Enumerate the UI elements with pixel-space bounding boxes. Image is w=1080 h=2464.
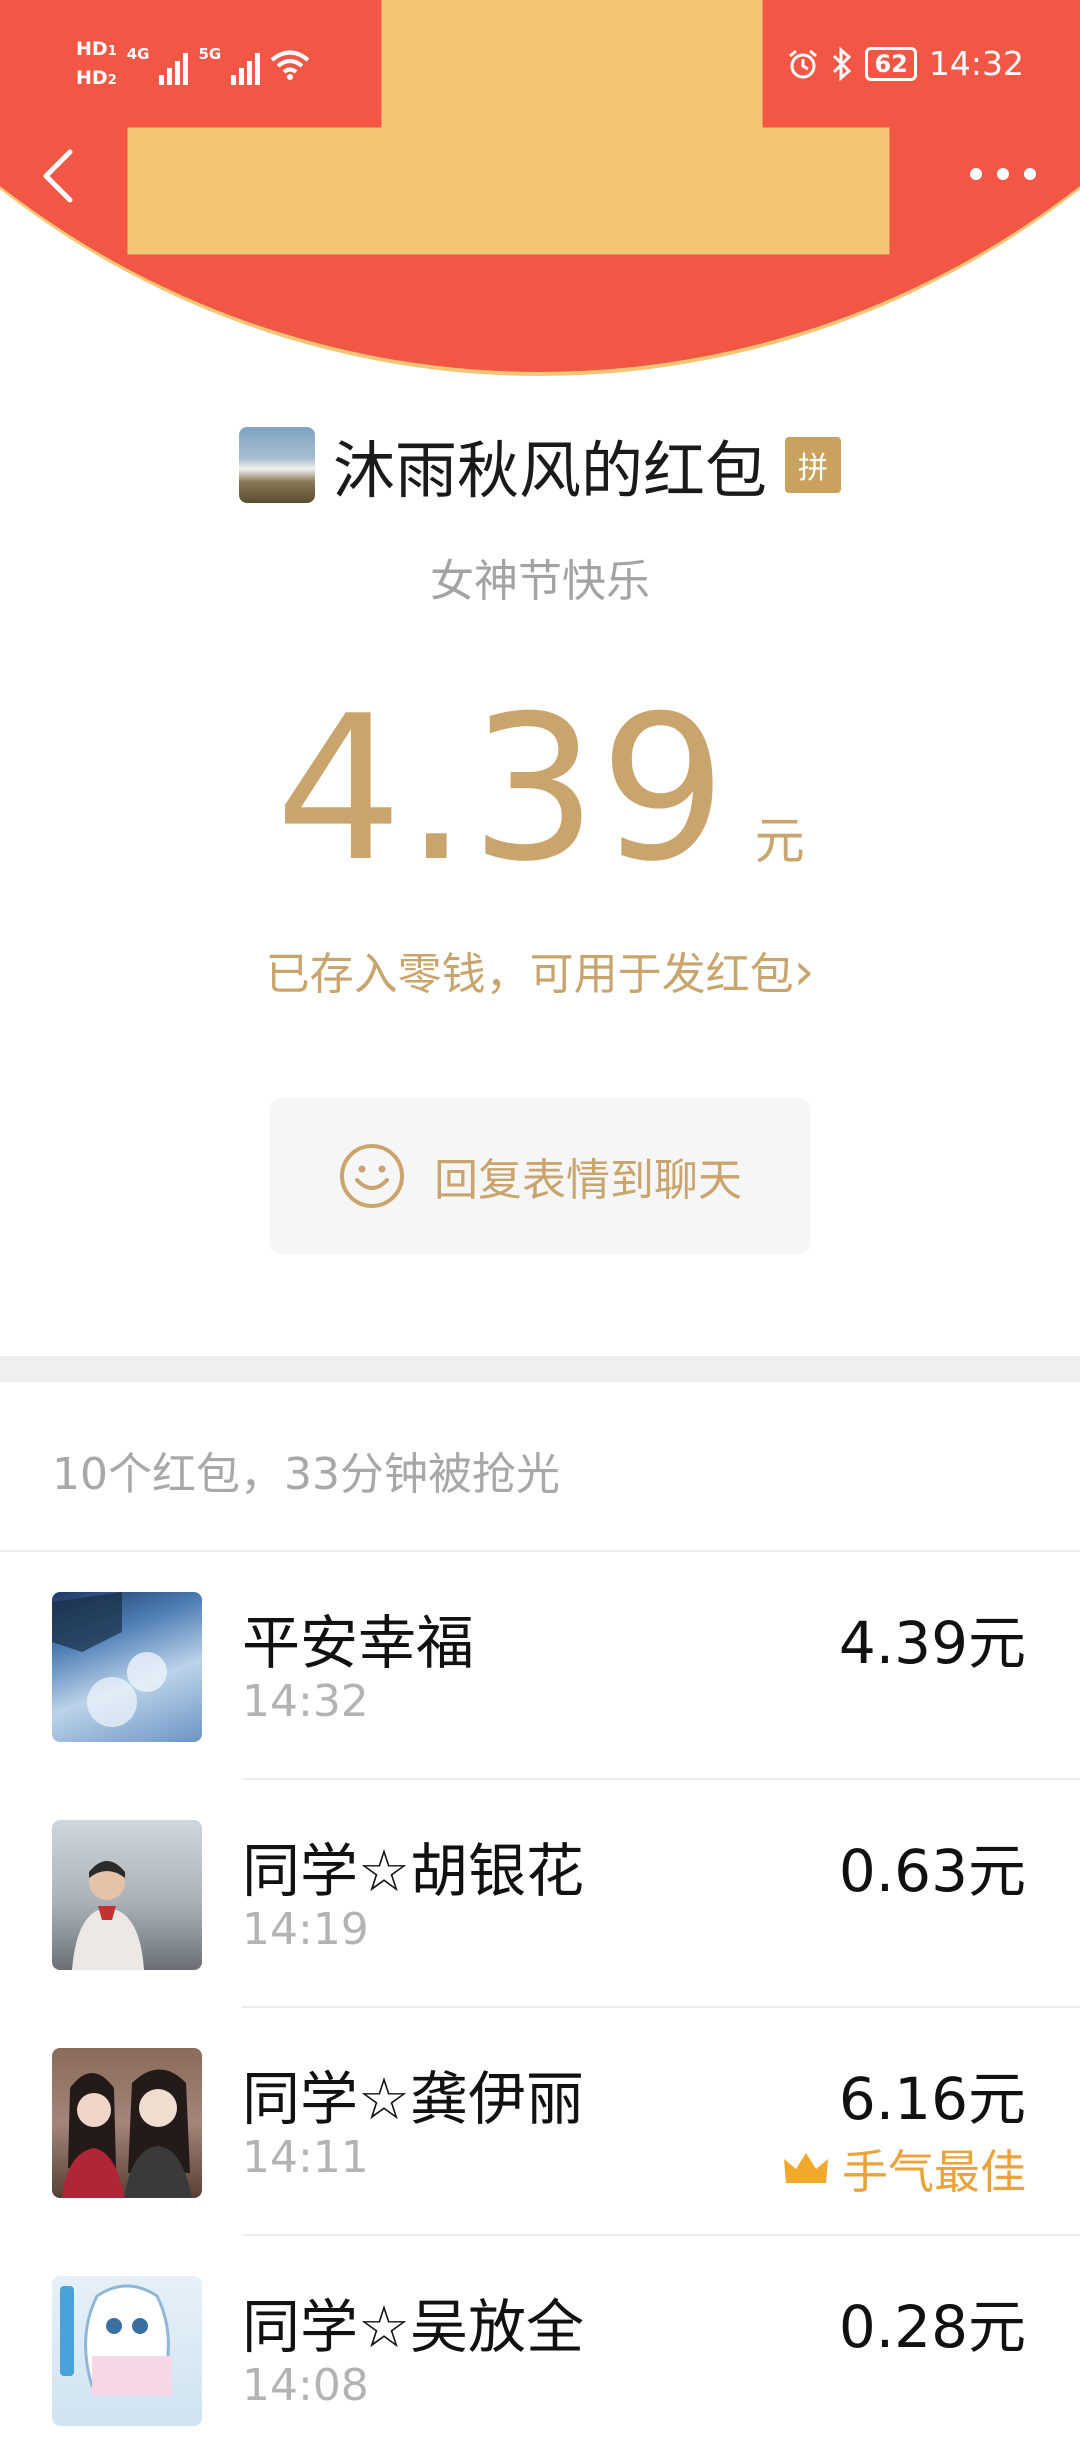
dot-icon [997,168,1009,180]
sim-indicators: HD1 HD2 [76,36,117,94]
list-item[interactable]: 同学☆吴放全 14:08 0.28元 [0,2236,1080,2464]
avatar[interactable] [52,2048,202,2198]
chevron-right-icon: › [793,942,815,1002]
alarm-icon [789,49,818,78]
pin-badge: 拼 [785,437,841,493]
avatar[interactable] [52,1592,202,1742]
status-bar-left: HD1 HD2 4G 5G [76,36,310,94]
sim2-label: 2 [107,73,117,88]
recipient-name: 同学☆龚伊丽 [242,2065,584,2133]
network-5g-label: 5G [198,45,222,63]
recipient-name: 同学☆吴放全 [242,2293,584,2361]
reply-sticker-button[interactable]: 回复表情到聊天 [270,1098,810,1254]
network-4g-label: 4G [126,45,150,63]
stored-to-wallet-link[interactable]: 已存入零钱，可用于发红包› [0,938,1080,1002]
crown-icon [784,2153,828,2183]
list-item[interactable]: 平安幸福 14:32 4.39元 [0,1552,1080,1780]
receive-time: 14:19 [242,1904,369,1955]
amount-unit: 元 [754,812,805,870]
received-amount: 4.39元 [838,1609,1026,1677]
hd2-label: HD [76,67,108,89]
stored-note-text: 已存入零钱，可用于发红包 [265,949,794,1000]
receive-time: 14:32 [242,1676,369,1727]
status-time: 14:32 [928,44,1024,83]
dot-icon [970,168,982,180]
receive-time: 14:11 [242,2132,369,2183]
signal-2-icon [231,45,261,85]
reply-button-label: 回复表情到聊天 [434,1155,742,1206]
received-amount: 6.16元 [838,2065,1026,2133]
avatar[interactable] [52,1820,202,1970]
battery-indicator: 62 [865,46,917,81]
packet-greeting: 女神节快乐 [430,556,650,607]
dot-icon [1024,168,1036,180]
sender-avatar[interactable] [238,427,315,503]
recipient-name: 同学☆胡银花 [242,1837,584,1905]
amount-display: 4.39 元 [0,690,1080,890]
status-bar-right: 62 14:32 [787,44,1024,83]
avatar-image [60,2284,172,2396]
packet-summary: 10个红包，33分钟被抢光 [52,1449,560,1500]
hd1-label: HD [76,38,108,60]
receive-time: 14:08 [242,2360,369,2411]
avatar[interactable] [52,2276,202,2426]
best-luck-badge: 手气最佳 [782,2136,1026,2202]
red-packet-header: HD1 HD2 4G 5G 62 14:32 [0,0,1080,380]
avatar-image [52,1592,167,1727]
bluetooth-icon [833,46,852,81]
back-button[interactable] [38,146,78,206]
packet-title-row: 沐雨秋风的红包 拼 [0,420,1080,510]
more-options-button[interactable] [970,156,1036,192]
received-amount: 0.63元 [838,1837,1026,1905]
smiley-icon [340,1144,404,1208]
list-item[interactable]: 同学☆胡银花 14:19 0.63元 [0,1780,1080,2008]
signal-1-icon [159,45,189,85]
avatar-image [72,1861,144,1970]
packet-title: 沐雨秋风的红包 [332,434,767,507]
recipient-name: 平安幸福 [242,1609,475,1677]
wifi-icon [270,50,310,80]
amount-value: 4.39 [275,673,729,906]
sim1-label: 1 [107,44,117,59]
best-luck-label: 手气最佳 [842,2145,1026,2199]
section-divider [0,1356,1080,1382]
chevron-left-icon [43,149,73,203]
list-item[interactable]: 同学☆龚伊丽 14:11 6.16元 手气最佳 [0,2008,1080,2236]
received-amount: 0.28元 [838,2293,1026,2361]
avatar-image [62,2069,192,2198]
